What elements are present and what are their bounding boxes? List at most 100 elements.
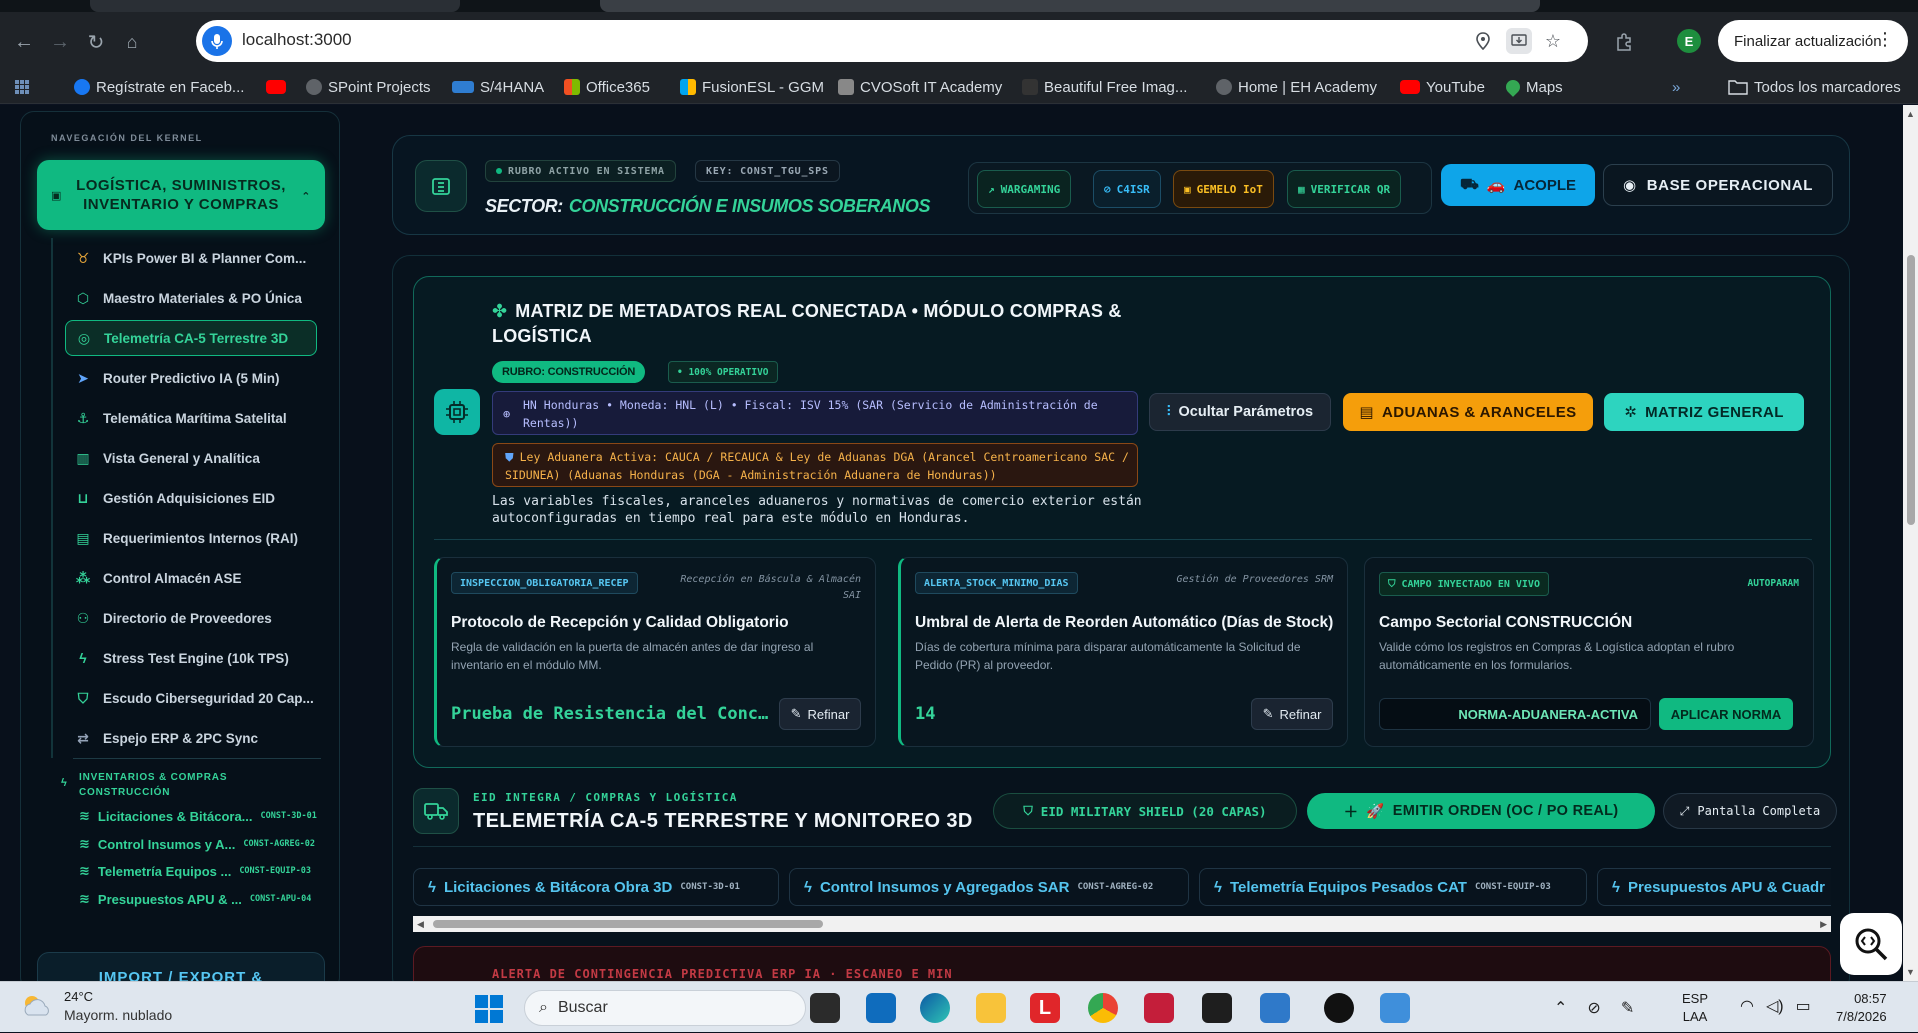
language-indicator[interactable]: ESP LAA (1682, 990, 1708, 1026)
mcafee-icon[interactable] (1144, 993, 1174, 1023)
sidebar-item-vista[interactable]: ▥ Vista General y Analítica (53, 438, 333, 478)
aduanas-button[interactable]: ▤ ADUANAS & ARANCELES (1343, 393, 1593, 431)
volume-icon[interactable]: ◁) (1766, 996, 1784, 1016)
browser-tab-active[interactable] (600, 0, 1540, 12)
browser-tab[interactable] (90, 0, 460, 12)
apps-grid-icon[interactable] (14, 76, 30, 98)
vertical-scrollbar[interactable]: ▲ ▼ (1903, 105, 1918, 981)
scroll-right-icon[interactable]: ▶ (1820, 919, 1827, 930)
sub-item-presupuestos[interactable]: ≋ Presupuestos APU & ... CONST-APU-04 (79, 884, 329, 914)
matriz-general-button[interactable]: ✲ MATRIZ GENERAL (1604, 393, 1804, 431)
sidebar-item-adquisiciones[interactable]: ⊔ Gestión Adquisiciones EID (53, 478, 333, 518)
network-off-icon[interactable]: ⊘ (1587, 998, 1600, 1018)
base-operacional-button[interactable]: ◉ BASE OPERACIONAL (1603, 164, 1833, 206)
app-dots-icon[interactable] (1324, 993, 1354, 1023)
horizontal-scrollbar[interactable]: ◀ ▶ (413, 916, 1831, 932)
scroll-thumb[interactable] (1907, 255, 1915, 525)
wifi-icon[interactable]: ◠ (1740, 996, 1754, 1016)
bookmark-youtube-icon-only[interactable] (266, 76, 286, 98)
store-icon[interactable] (866, 993, 896, 1023)
scroll-up-icon[interactable]: ▲ (1906, 109, 1915, 119)
fullscreen-button[interactable]: ⤢ Pantalla Completa (1663, 793, 1837, 829)
all-bookmarks[interactable]: Todos los marcadores (1728, 76, 1901, 98)
zoom-search-icon[interactable] (1840, 913, 1902, 975)
sidebar-section-import-export[interactable]: IMPORT / EXPORT & (37, 952, 325, 981)
wargaming-button[interactable]: ↗ WARGAMING (977, 170, 1072, 208)
reload-icon[interactable]: ↻ (82, 28, 110, 56)
sidebar-item-stress[interactable]: ϟ Stress Test Engine (10k TPS) (53, 638, 333, 678)
star-icon[interactable]: ☆ (1542, 30, 1564, 52)
forward-icon[interactable]: → (46, 28, 74, 56)
bookmark-eh-academy[interactable]: Home | EH Academy (1216, 76, 1377, 98)
scroll-down-icon[interactable]: ▼ (1906, 967, 1915, 977)
file-explorer-icon[interactable] (976, 993, 1006, 1023)
bookmark-fusionesl[interactable]: FusionESL - GGM (680, 76, 824, 98)
module-chip-licitaciones[interactable]: ϟ Licitaciones & Bitácora Obra 3D CONST-3D… (413, 868, 779, 906)
mic-icon[interactable]: ✎ (1621, 998, 1634, 1018)
acople-button[interactable]: ⛟ 🚗 ACOPLE (1441, 164, 1595, 206)
more-menu-icon[interactable]: ⋮ (1876, 29, 1894, 50)
sidebar-item-requerimientos[interactable]: ▤ Requerimientos Internos (RAI) (53, 518, 333, 558)
bookmark-cvosoft[interactable]: CVOSoft IT Academy (838, 76, 1002, 98)
chrome-icon[interactable] (1088, 993, 1118, 1023)
back-icon[interactable]: ← (10, 28, 38, 56)
notepad-icon[interactable] (1260, 993, 1290, 1023)
location-pin-icon[interactable] (1472, 30, 1494, 52)
url-text[interactable]: localhost:3000 (242, 30, 352, 50)
sidebar-item-proveedores[interactable]: ⚇ Directorio de Proveedores (53, 598, 333, 638)
gemelo-iot-button[interactable]: ▣ GEMELO IoT (1173, 170, 1274, 208)
sub-item-insumos[interactable]: ≋ Control Insumos y A... CONST-AGREG-02 (79, 829, 329, 859)
sidebar-item-router[interactable]: ➤ Router Predictivo IA (5 Min) (53, 358, 333, 398)
more-bookmarks-icon[interactable]: » (1672, 76, 1680, 98)
bookmark-youtube[interactable]: YouTube (1400, 76, 1485, 98)
taskbar-search[interactable]: ⌕ Buscar (524, 990, 806, 1026)
chevron-up-icon[interactable]: ⌃ (301, 188, 311, 207)
sidebar-item-almacen[interactable]: ⁂ Control Almacén ASE (53, 558, 333, 598)
sub-item-equipos[interactable]: ≋ Telemetría Equipos ... CONST-EQUIP-03 (79, 856, 329, 886)
c4isr-button[interactable]: ⊘ C4ISR (1093, 170, 1161, 208)
windows-start-icon[interactable] (474, 994, 504, 1024)
sidebar-item-maritima[interactable]: ⚓ Telemática Marítima Satelital (53, 398, 333, 438)
chevron-up-icon[interactable]: ⌃ (1554, 998, 1567, 1018)
clock[interactable]: 08:57 7/8/2026 (1836, 990, 1887, 1026)
bookmark-office365[interactable]: Office365 (564, 76, 650, 98)
install-app-icon[interactable] (1506, 28, 1532, 54)
sidebar-item-kpis[interactable]: ♉ KPIs Power BI & Planner Com... (53, 238, 333, 278)
microphone-icon[interactable] (202, 26, 232, 56)
battery-icon[interactable]: ▭ (1796, 996, 1811, 1016)
photos-icon[interactable] (1380, 993, 1410, 1023)
edge-icon[interactable] (920, 993, 950, 1023)
sidebar-section-logistica[interactable]: ▣ LOGÍSTICA, SUMINISTROS, INVENTARIO Y C… (37, 160, 325, 230)
sub-item-licitaciones[interactable]: ≋ Licitaciones & Bitácora... CONST-3D-01 (79, 801, 329, 831)
scroll-thumb[interactable] (433, 920, 823, 928)
bookmark-maps[interactable]: Maps (1503, 76, 1563, 98)
update-button[interactable]: Finalizar actualización ⋮ (1718, 20, 1908, 62)
app-l-icon[interactable]: L (1030, 993, 1060, 1023)
bookmark-s4hana[interactable]: S/4HANA (452, 76, 544, 98)
aplicar-norma-button[interactable]: APLICAR NORMA (1659, 698, 1793, 730)
extensions-icon[interactable] (1610, 28, 1638, 56)
norma-input[interactable]: NORMA-ADUANERA-ACTIVA (1379, 698, 1651, 730)
profile-avatar[interactable]: E (1677, 29, 1701, 53)
verificar-qr-button[interactable]: ▦ VERIFICAR QR (1287, 170, 1402, 208)
emitir-orden-button[interactable]: ＋ 🚀 EMITIR ORDEN (OC / PO REAL) (1307, 793, 1655, 829)
address-bar[interactable]: localhost:3000 ☆ (196, 20, 1588, 62)
hide-params-button[interactable]: ⫶ Ocultar Parámetros (1149, 393, 1331, 431)
sidebar-item-escudo[interactable]: ⛉ Escudo Ciberseguridad 20 Cap... (53, 678, 333, 718)
module-chip-insumos[interactable]: ϟ Control Insumos y Agregados SAR CONST-AG… (789, 868, 1189, 906)
terminal-icon[interactable] (1202, 993, 1232, 1023)
task-view-icon[interactable] (810, 993, 840, 1023)
weather-widget[interactable]: 24°C Mayorm. nublado (20, 988, 172, 1024)
scroll-left-icon[interactable]: ◀ (417, 919, 424, 930)
bookmark-facebook[interactable]: Regístrate en Faceb... (74, 76, 244, 98)
module-chip-presupuestos[interactable]: ϟ Presupuestos APU & Cuadr (1597, 868, 1831, 906)
sidebar-item-telemetria[interactable]: ◎ Telemetría CA-5 Terrestre 3D (65, 320, 317, 356)
home-icon[interactable]: ⌂ (118, 28, 146, 56)
module-chip-equipos[interactable]: ϟ Telemetría Equipos Pesados CAT CONST-EQU… (1199, 868, 1587, 906)
bookmark-freeimages[interactable]: Beautiful Free Imag... (1022, 76, 1187, 98)
bookmark-spoint[interactable]: SPoint Projects (306, 76, 431, 98)
refine-button[interactable]: ✎ Refinar (779, 698, 861, 730)
refine-button[interactable]: ✎ Refinar (1251, 698, 1333, 730)
sidebar-item-maestro[interactable]: ⬡ Maestro Materiales & PO Única (53, 278, 333, 318)
sidebar-item-espejo[interactable]: ⇄ Espejo ERP & 2PC Sync (53, 718, 333, 758)
